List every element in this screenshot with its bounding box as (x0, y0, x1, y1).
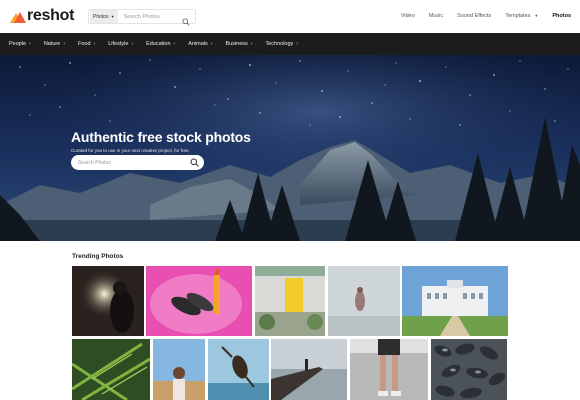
photo-thumbnail[interactable] (402, 266, 508, 336)
category-food[interactable]: Food › (78, 41, 95, 47)
nav-templates[interactable]: Templates ▼ (505, 12, 538, 20)
logo-mark-icon (10, 10, 26, 23)
hero-banner: Authentic free stock photos Curated for … (0, 55, 580, 241)
photo-white-building-image (402, 266, 508, 336)
category-label: Food (78, 41, 91, 47)
category-label: Technology (265, 41, 294, 47)
category-lifestyle[interactable]: Lifestyle › (108, 41, 133, 47)
chevron-right-icon: › (63, 41, 65, 47)
category-label: Lifestyle (108, 41, 129, 47)
logo-text: reshot (27, 7, 75, 24)
photo-thumbnail[interactable] (271, 339, 347, 400)
category-label: Education (146, 41, 171, 47)
photo-thumbnail[interactable] (72, 266, 144, 336)
search-icon[interactable] (182, 13, 190, 26)
search-icon[interactable] (190, 158, 199, 167)
caret-down-icon: ▼ (110, 14, 115, 19)
search-type-label: Photos (93, 13, 109, 20)
nav-music[interactable]: Music (429, 12, 443, 20)
photo-thumbnail[interactable] (255, 266, 325, 336)
photo-flip-flops-pink-image (146, 266, 252, 336)
hero-title: Authentic free stock photos (71, 129, 251, 145)
category-technology[interactable]: Technology › (265, 41, 298, 47)
chevron-right-icon: › (93, 41, 96, 47)
nav-sound-effects[interactable]: Sound Effects (457, 12, 491, 20)
photo-green-leaves-image (72, 339, 150, 400)
hero-subtitle: Curated for you to use in your next crea… (71, 148, 190, 153)
photo-yellow-door-image (255, 266, 325, 336)
category-business[interactable]: Business › (225, 41, 252, 47)
photo-thumbnail[interactable] (153, 339, 205, 400)
category-animals[interactable]: Animals › (188, 41, 212, 47)
top-header: reshot Photos ▼ Video Music Sound Effect… (0, 0, 580, 33)
search-type-select[interactable]: Photos ▼ (90, 10, 118, 23)
category-label: Animals (188, 41, 208, 47)
nav-video[interactable]: Video (401, 12, 415, 20)
photo-jumping-beach-image (208, 339, 269, 400)
caret-down-icon: ▼ (534, 13, 539, 18)
search-input[interactable] (123, 13, 184, 20)
photo-woman-field-image (153, 339, 205, 400)
photo-thumbnail[interactable] (146, 266, 252, 336)
photo-thumbnail[interactable] (208, 339, 269, 400)
category-bar: People › Nature › Food › Lifestyle › Educati… (0, 33, 580, 55)
photo-legs-standing-image (350, 339, 428, 400)
category-label: People (9, 41, 27, 47)
chevron-right-icon: › (250, 41, 253, 47)
category-label: Business (225, 41, 248, 47)
reshot-logo[interactable]: reshot (10, 7, 74, 25)
nav-templates-label: Templates (505, 13, 531, 19)
chevron-right-icon: › (173, 41, 176, 47)
category-label: Nature (43, 41, 61, 47)
photo-thumbnail[interactable] (350, 339, 428, 400)
nav-photos[interactable]: Photos (552, 12, 571, 20)
trending-photos-heading: Trending Photos (72, 253, 124, 260)
category-education[interactable]: Education › (146, 41, 175, 47)
header-search: Photos ▼ (88, 9, 196, 26)
photo-thumbnail[interactable] (72, 339, 150, 400)
chevron-right-icon: › (131, 41, 134, 47)
chevron-right-icon: › (210, 41, 213, 47)
chevron-right-icon: › (296, 41, 298, 47)
hero-search-box (71, 155, 204, 170)
photo-person-with-light-image (72, 266, 144, 336)
photo-thumbnail[interactable] (431, 339, 507, 400)
photo-misty-person-image (328, 266, 400, 336)
chevron-right-icon: › (29, 41, 31, 47)
category-nature[interactable]: Nature › (44, 41, 65, 47)
hero-search-input[interactable] (78, 159, 178, 166)
top-nav: Video Music Sound Effects Templates ▼ Pho… (387, 12, 571, 20)
photo-mussels-image (431, 339, 507, 400)
category-people[interactable]: People › (9, 41, 31, 47)
photo-pier-lake-image (271, 339, 347, 400)
photo-thumbnail[interactable] (328, 266, 400, 336)
